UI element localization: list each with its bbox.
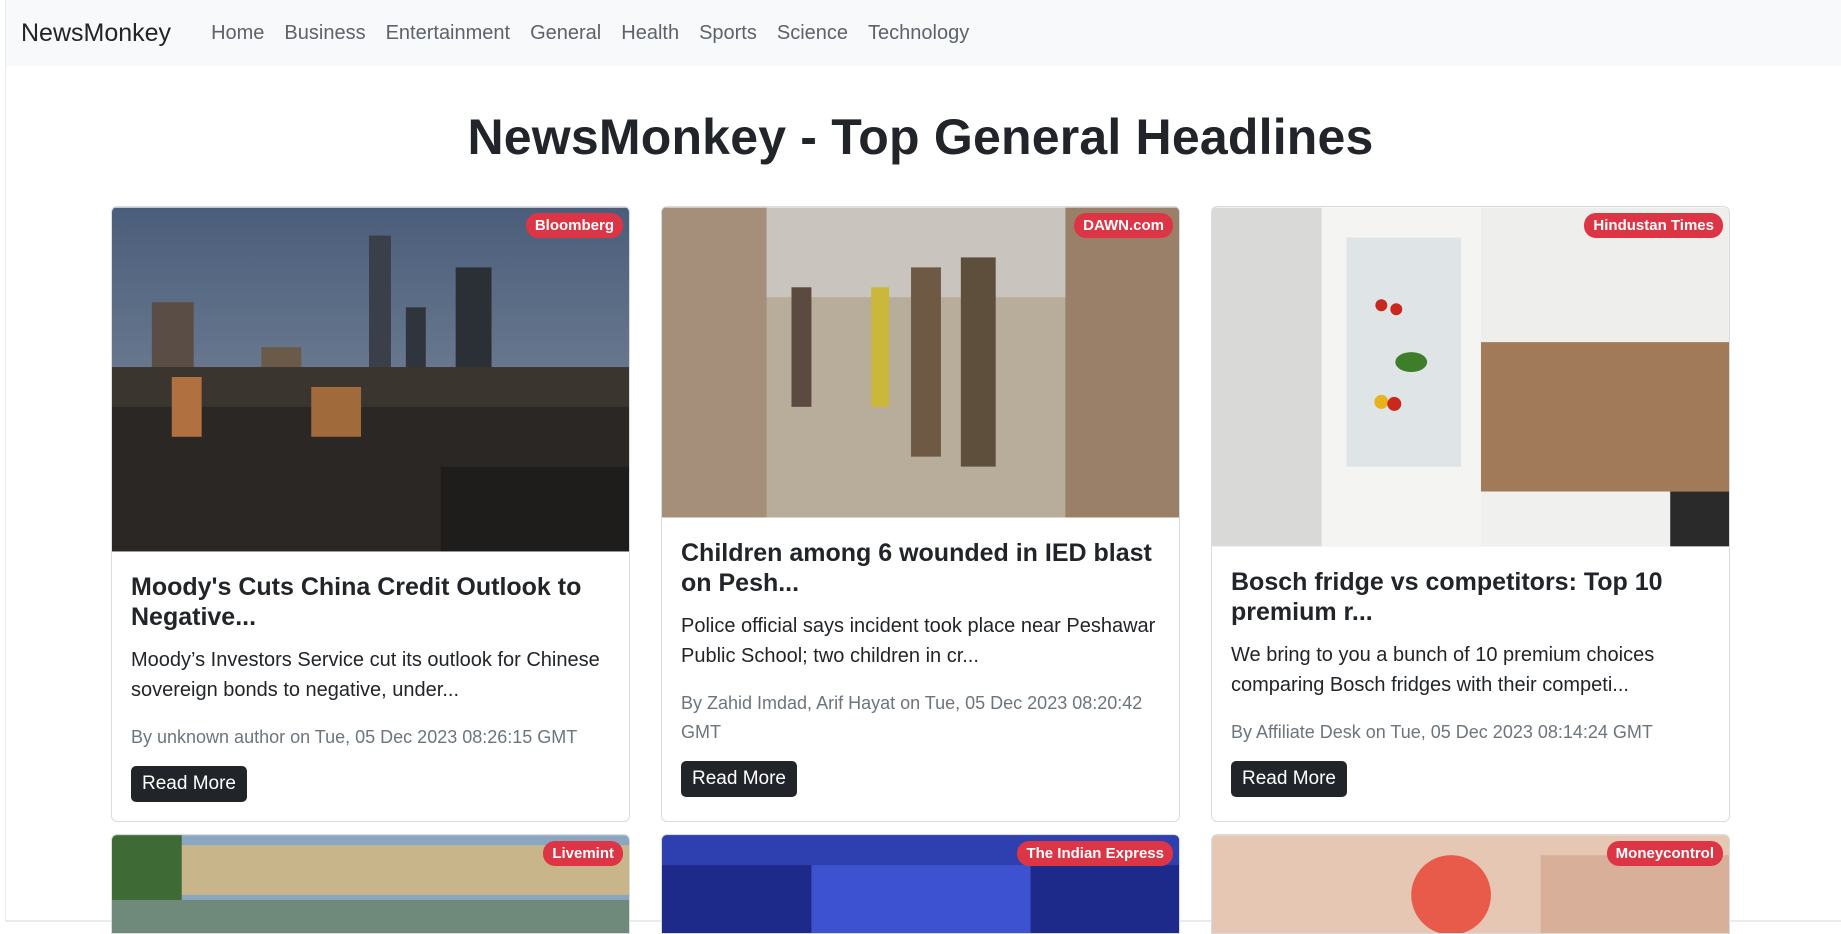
news-card: The Indian Express	[661, 834, 1180, 934]
card-meta: By Affiliate Desk on Tue, 05 Dec 2023 08…	[1231, 722, 1653, 742]
source-badge: Moneycontrol	[1606, 841, 1723, 866]
news-card: Livemint	[111, 834, 630, 934]
nav-technology[interactable]: Technology	[858, 22, 979, 45]
nav-general[interactable]: General	[520, 22, 611, 45]
nav-science[interactable]: Science	[767, 22, 858, 45]
news-card: DAWN.com Children among 6 wounded in IED…	[661, 206, 1180, 822]
card-description: We bring to you a bunch of 10 premium ch…	[1231, 644, 1655, 696]
source-badge: The Indian Express	[1017, 841, 1173, 866]
news-card: Hindustan Times Bosch fridge vs competit…	[1211, 206, 1730, 822]
card-body: Bosch fridge vs competitors: Top 10 prem…	[1212, 547, 1729, 816]
nav-sports[interactable]: Sports	[689, 22, 767, 45]
card-description: Police official says incident took place…	[681, 615, 1156, 667]
nav-links: Home Business Entertainment General Heal…	[201, 22, 979, 45]
street-scene-image	[662, 207, 1179, 518]
navbar: NewsMonkey Home Business Entertainment G…	[6, 0, 1841, 66]
card-meta: By unknown author on Tue, 05 Dec 2023 08…	[131, 727, 578, 747]
news-grid: Bloomberg Moody's Cuts China Credit Outl…	[111, 206, 1736, 822]
brand-link[interactable]: NewsMonkey	[21, 19, 171, 48]
card-title: Children among 6 wounded in IED blast on…	[681, 539, 1152, 597]
card-body: Children among 6 wounded in IED blast on…	[662, 518, 1179, 816]
nav-home[interactable]: Home	[201, 22, 274, 45]
nav-business[interactable]: Business	[274, 22, 375, 45]
read-more-button[interactable]: Read More	[681, 761, 797, 797]
card-meta: By Zahid Imdad, Arif Hayat on Tue, 05 De…	[681, 693, 1143, 742]
source-badge: Hindustan Times	[1584, 213, 1723, 238]
news-card: Bloomberg Moody's Cuts China Credit Outl…	[111, 206, 630, 822]
source-badge: Livemint	[543, 841, 623, 866]
read-more-button[interactable]: Read More	[1231, 761, 1347, 797]
page-title: NewsMonkey - Top General Headlines	[467, 109, 1374, 165]
nav-entertainment[interactable]: Entertainment	[376, 22, 521, 45]
news-card: Moneycontrol	[1211, 834, 1730, 934]
news-grid-row-2: Livemint The Indian Express Moneycontrol	[111, 834, 1730, 934]
card-body: Moody's Cuts China Credit Outlook to Neg…	[112, 552, 629, 821]
read-more-button[interactable]: Read More	[131, 766, 247, 802]
city-skyline-image	[112, 207, 629, 552]
card-title: Moody's Cuts China Credit Outlook to Neg…	[131, 573, 582, 631]
source-badge: Bloomberg	[525, 213, 623, 238]
nav-health[interactable]: Health	[611, 22, 689, 45]
card-title: Bosch fridge vs competitors: Top 10 prem…	[1231, 568, 1663, 626]
card-description: Moody’s Investors Service cut its outloo…	[131, 649, 600, 701]
fridge-kitchen-image	[1212, 207, 1729, 547]
source-badge: DAWN.com	[1074, 213, 1173, 238]
